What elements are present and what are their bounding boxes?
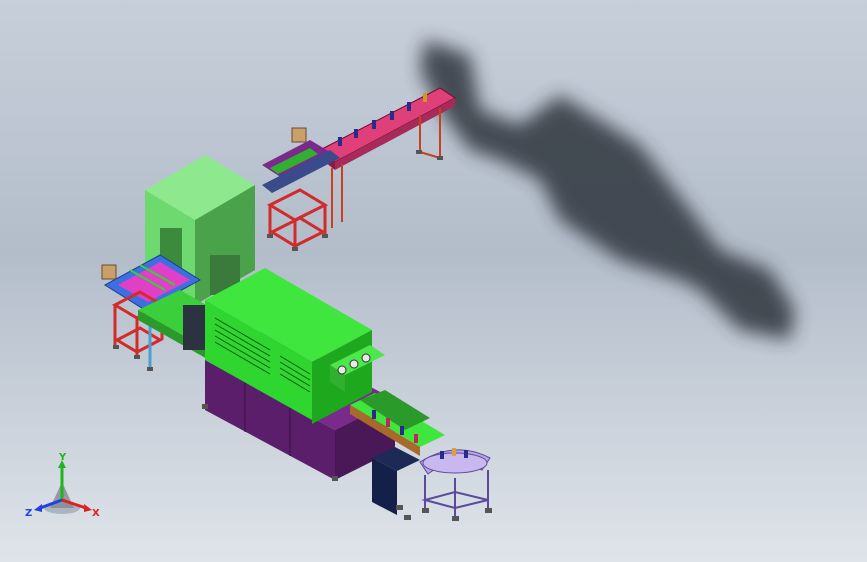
orientation-triad: Y X Z: [25, 452, 100, 519]
z-axis-label: Z: [25, 508, 32, 519]
projected-shadow: [420, 40, 795, 340]
rotary-accumulation-table[interactable]: [419, 448, 492, 521]
y-axis-label: Y: [58, 452, 67, 463]
cad-viewport[interactable]: [0, 0, 867, 562]
x-axis-label: X: [92, 508, 100, 519]
pink-inclined-conveyor[interactable]: [319, 87, 456, 228]
